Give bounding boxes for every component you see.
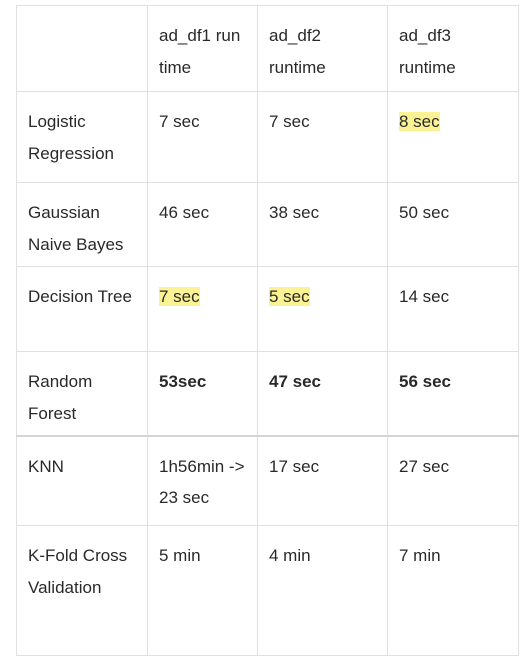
highlighted-runtime-value: 7 sec: [159, 287, 200, 306]
bold-runtime-value: 53sec: [159, 372, 207, 391]
runtime-cell: 8 sec: [387, 91, 519, 183]
runtime-value: 50 sec: [399, 203, 450, 222]
runtime-cell: 7 sec: [147, 91, 258, 183]
header-ad-df2: ad_df2 runtime: [257, 5, 388, 92]
bold-runtime-value: 47 sec: [269, 372, 321, 391]
runtime-value: 4 min: [269, 546, 311, 565]
header-corner-cell: [16, 5, 148, 92]
table-row: Random Forest 53sec 47 sec 56 sec: [16, 351, 519, 437]
runtime-cell: 14 sec: [387, 266, 519, 352]
model-name-cell: Logistic Regression: [16, 91, 148, 183]
runtime-cell: 7 sec: [257, 91, 388, 183]
runtime-value: 17 sec: [269, 456, 320, 476]
runtime-cell: 50 sec: [387, 182, 519, 267]
header-ad-df1: ad_df1 run time: [147, 5, 258, 92]
runtime-cell: 7 sec: [147, 266, 258, 352]
model-name-cell: KNN: [16, 435, 148, 526]
runtime-cell: 46 sec: [147, 182, 258, 267]
runtime-cell: 5 sec: [257, 266, 388, 352]
table-row: Logistic Regression 7 sec 7 sec 8 sec: [16, 91, 519, 183]
runtime-cell: 1h56min -> 23 sec: [147, 435, 258, 526]
runtime-cell: 47 sec: [257, 351, 388, 437]
runtime-value: 7 sec: [159, 112, 200, 131]
model-name-cell: Gaussian Naive Bayes: [16, 182, 148, 267]
table-header-row: ad_df1 run time ad_df2 runtime ad_df3 ru…: [16, 5, 519, 92]
runtime-value: 1h56min -> 23 sec: [159, 456, 245, 508]
bold-runtime-value: 56 sec: [399, 372, 451, 391]
runtime-cell: 7 min: [387, 525, 519, 656]
runtime-value: 5 min: [159, 546, 201, 565]
runtime-value: 14 sec: [399, 287, 450, 306]
runtime-cell: 17 sec: [257, 435, 388, 526]
runtime-comparison-table: ad_df1 run time ad_df2 runtime ad_df3 ru…: [16, 5, 519, 656]
model-name-cell: Decision Tree: [16, 266, 148, 352]
highlighted-runtime-value: 8 sec: [399, 112, 440, 131]
runtime-value: 46 sec: [159, 203, 210, 222]
runtime-value: 27 sec: [399, 456, 450, 476]
runtime-value: 7 min: [399, 546, 441, 565]
runtime-value: 38 sec: [269, 203, 320, 222]
runtime-cell: 27 sec: [387, 435, 519, 526]
table-row: KNN 1h56min -> 23 sec 17 sec 27 sec: [16, 435, 519, 526]
runtime-cell: 4 min: [257, 525, 388, 656]
table-row: K-Fold Cross Validation 5 min 4 min 7 mi…: [16, 525, 519, 656]
runtime-cell: 56 sec: [387, 351, 519, 437]
model-name-cell: Random Forest: [16, 351, 148, 437]
header-ad-df3: ad_df3 runtime: [387, 5, 519, 92]
model-name-cell: K-Fold Cross Validation: [16, 525, 148, 656]
highlighted-runtime-value: 5 sec: [269, 287, 310, 306]
runtime-value: 7 sec: [269, 112, 310, 131]
runtime-cell: 38 sec: [257, 182, 388, 267]
table-row: Gaussian Naive Bayes 46 sec 38 sec 50 se…: [16, 182, 519, 267]
runtime-cell: 5 min: [147, 525, 258, 656]
runtime-cell: 53sec: [147, 351, 258, 437]
table-row: Decision Tree 7 sec 5 sec 14 sec: [16, 266, 519, 352]
